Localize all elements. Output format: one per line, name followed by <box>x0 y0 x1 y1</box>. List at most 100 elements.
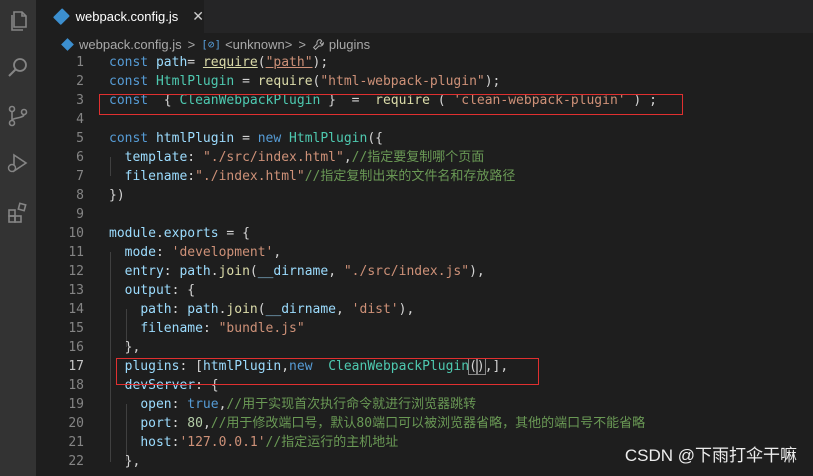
code-token: ({ <box>367 131 383 146</box>
line-number: 15 <box>68 321 84 336</box>
code-token: }, <box>109 340 141 355</box>
code-line[interactable]: 10 module.exports = { <box>36 224 813 243</box>
code-line[interactable]: 14 path: path.join(__dirname, 'dist'), <box>36 300 813 319</box>
code-token: 'dist' <box>351 302 399 317</box>
js-file-icon <box>61 37 74 51</box>
code-token: join <box>226 302 258 317</box>
code-token: '127.0.0.1' <box>179 435 266 450</box>
code-token: output <box>124 283 172 298</box>
code-token: __dirname <box>257 264 329 279</box>
code-token: }) <box>109 188 125 203</box>
js-file-icon <box>52 8 70 25</box>
code-token: "path" <box>265 55 313 70</box>
code-token: port <box>140 416 172 431</box>
code-token: const <box>109 74 156 89</box>
line-number: 2 <box>76 74 84 89</box>
code-token: template <box>124 150 188 165</box>
line-number: 16 <box>68 340 84 355</box>
code-token: = <box>234 74 258 89</box>
code-token: require <box>257 74 313 89</box>
code-token: htmlPlugin <box>155 131 235 146</box>
code-line[interactable]: 11 mode: 'development', <box>36 243 813 262</box>
code-text: const HtmlPlugin = require("html-webpack… <box>109 72 500 91</box>
code-token: ), <box>398 302 415 317</box>
code-text: module.exports = { <box>109 224 250 243</box>
line-number: 9 <box>76 207 84 222</box>
code-line[interactable]: 8}) <box>36 186 813 205</box>
code-text: port: 80,//用于修改端口号，默认80端口可以被浏览器省略，其他的端口号… <box>109 414 645 433</box>
line-number: 20 <box>68 416 84 431</box>
code-token: }, <box>109 454 141 469</box>
line-number: 22 <box>68 454 84 469</box>
code-token: __dirname <box>265 302 337 317</box>
code-line[interactable]: 20 port: 80,//用于修改端口号，默认80端口可以被浏览器省略，其他的… <box>36 414 813 433</box>
code-token: HtmlPlugin <box>289 131 368 146</box>
code-token: 'development' <box>171 245 274 260</box>
tab-webpack-config[interactable]: webpack.config.js ✕ <box>36 0 204 33</box>
breadcrumb-file[interactable]: webpack.config.js <box>79 37 182 52</box>
search-icon[interactable] <box>5 55 31 81</box>
code-token: "bundle.js" <box>218 321 305 336</box>
code-token: module <box>109 226 156 241</box>
code-token: , <box>328 264 344 279</box>
code-token: true <box>187 397 219 412</box>
code-token: path <box>179 264 211 279</box>
line-number: 10 <box>68 226 84 241</box>
code-token: = { <box>218 226 250 241</box>
explorer-icon[interactable] <box>5 8 31 34</box>
code-token: ( <box>257 302 266 317</box>
code-line[interactable]: 1 const path= require("path"); <box>36 53 813 72</box>
breadcrumb: webpack.config.js > [⊘] <unknown> > plug… <box>36 33 813 55</box>
code-line[interactable]: 16 }, <box>36 338 813 357</box>
code-token: : <box>202 321 219 336</box>
code-line[interactable]: 5 const htmlPlugin = new HtmlPlugin({ <box>36 129 813 148</box>
code-text: open: true,//用于实现首次执行命令就进行浏览器跳转 <box>109 395 476 414</box>
code-token: : <box>171 302 188 317</box>
breadcrumb-separator: > <box>298 36 306 52</box>
source-control-icon[interactable] <box>5 103 31 129</box>
highlight-box-require <box>99 94 683 115</box>
code-line[interactable]: 13 output: { <box>36 281 813 300</box>
run-debug-icon[interactable] <box>5 150 31 176</box>
code-line[interactable]: 6 template: "./src/index.html",//指定要复制哪个… <box>36 148 813 167</box>
code-line[interactable]: 9 <box>36 205 813 224</box>
code-token: , <box>343 150 352 165</box>
code-token: , <box>336 302 352 317</box>
code-line[interactable]: 15 filename: "bundle.js" <box>36 319 813 338</box>
breadcrumb-property[interactable]: plugins <box>329 37 370 52</box>
code-token: entry <box>124 264 164 279</box>
code-token: ( <box>249 264 258 279</box>
code-text: filename: "bundle.js" <box>109 319 305 338</box>
code-token: HtmlPlugin <box>155 74 235 89</box>
breadcrumb-scope[interactable]: <unknown> <box>225 37 292 52</box>
code-text: }, <box>109 452 141 471</box>
code-token: ); <box>484 74 501 89</box>
code-editor[interactable]: 1 const path= require("path"); 2 const Html… <box>36 53 813 476</box>
extensions-icon[interactable] <box>5 200 31 226</box>
code-line[interactable]: 7 filename:"./index.html"//指定复制出来的文件名和存放… <box>36 167 813 186</box>
code-line[interactable]: 2 const HtmlPlugin = require("html-webpac… <box>36 72 813 91</box>
code-line[interactable]: 12 entry: path.join(__dirname, "./src/in… <box>36 262 813 281</box>
code-token: , <box>273 245 282 260</box>
line-number: 12 <box>68 264 84 279</box>
code-text: mode: 'development', <box>109 243 282 262</box>
code-text: const path= require("path"); <box>109 53 328 72</box>
code-token: path <box>187 302 219 317</box>
code-token: //指定复制出来的文件名和存放路径 <box>304 169 516 184</box>
wrench-icon <box>312 38 324 50</box>
code-line[interactable]: 19 open: true,//用于实现首次执行命令就进行浏览器跳转 <box>36 395 813 414</box>
code-text: host:'127.0.0.1'//指定运行的主机地址 <box>109 433 398 452</box>
code-token: path <box>155 55 188 70</box>
line-number: 8 <box>76 188 84 203</box>
code-token: filename <box>140 321 203 336</box>
close-icon[interactable]: ✕ <box>192 9 204 25</box>
code-token: "./src/index.html" <box>202 150 344 165</box>
code-token: = <box>187 55 203 70</box>
line-number: 5 <box>76 131 84 146</box>
line-number: 18 <box>68 378 84 393</box>
